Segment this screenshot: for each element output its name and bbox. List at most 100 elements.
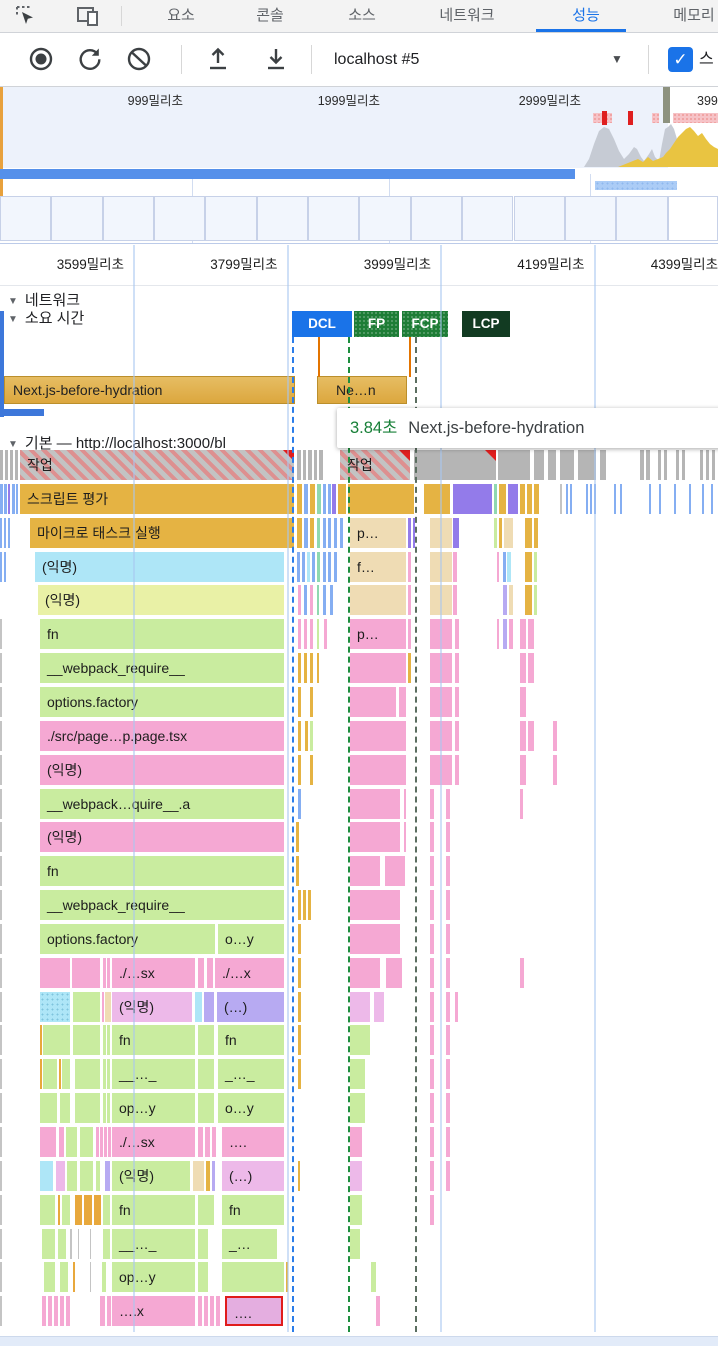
flame-event[interactable] [430,1161,434,1191]
flame-event-bar[interactable]: __…_ [112,1059,195,1089]
flame-event[interactable] [317,619,319,649]
flame-event[interactable] [408,619,411,649]
flame-event[interactable] [0,518,2,548]
flame-event[interactable] [453,552,457,582]
flame-event[interactable] [430,789,434,819]
flame-event[interactable] [446,1025,450,1055]
marker-lcp[interactable]: LCP [462,311,510,337]
flame-event[interactable] [198,1093,214,1123]
flame-event[interactable] [430,856,434,886]
clear-icon[interactable] [126,46,152,72]
flame-event[interactable] [711,484,713,514]
flame-event[interactable] [658,450,661,480]
flame-event[interactable] [404,822,406,852]
flame-event[interactable] [430,1093,434,1123]
marker-dcl[interactable]: DCL [292,311,352,337]
flame-event[interactable] [430,924,434,954]
flame-event[interactable] [0,619,2,649]
flame-event[interactable] [58,1229,66,1259]
flame-event[interactable] [338,484,346,514]
flame-event-bar[interactable]: 작업 [20,450,294,480]
flame-event[interactable] [305,721,308,751]
flame-event[interactable] [317,653,319,683]
download-profile-icon[interactable] [264,46,288,72]
flame-event[interactable] [528,653,534,683]
flame-event[interactable] [40,1059,42,1089]
flame-event[interactable] [107,1059,110,1089]
flame-event[interactable] [317,585,319,615]
flame-event[interactable] [198,1262,208,1292]
flame-event[interactable] [198,1195,214,1225]
flame-event[interactable] [96,1161,100,1191]
flame-event[interactable] [328,484,331,514]
flame-event[interactable] [0,1262,2,1292]
flame-event[interactable] [103,1229,110,1259]
flame-event-bar[interactable]: (익명) [112,1161,190,1191]
flame-event[interactable] [319,450,323,480]
flame-event[interactable] [298,1059,301,1089]
flame-event[interactable] [198,1127,203,1157]
flame-event[interactable] [0,856,2,886]
flame-event[interactable] [298,1025,301,1055]
flame-event[interactable] [350,1127,362,1157]
flame-event[interactable] [297,484,302,514]
flame-event[interactable] [312,552,315,582]
flame-event[interactable] [430,1195,434,1225]
flame-event[interactable] [67,1161,77,1191]
flame-event[interactable] [298,755,301,785]
flame-event[interactable] [303,890,306,920]
flame-event[interactable] [40,1025,42,1055]
flame-event[interactable] [324,619,327,649]
flame-event[interactable] [430,992,434,1022]
flame-event[interactable] [350,721,406,751]
flame-event[interactable] [5,450,8,480]
flame-event[interactable] [350,1229,360,1259]
flame-event[interactable] [298,1161,300,1191]
flame-event[interactable] [198,1229,208,1259]
flame-event[interactable] [0,958,2,988]
flame-event[interactable] [376,1296,380,1326]
flame-event[interactable] [350,822,400,852]
flame-event[interactable] [310,518,314,548]
flame-event-bar[interactable]: (익명) [40,822,284,852]
flame-event[interactable] [212,1161,215,1191]
flame-event[interactable] [323,585,326,615]
flame-event[interactable] [43,1059,57,1089]
flame-event[interactable] [298,992,301,1022]
flame-event[interactable] [54,1296,58,1326]
flame-event[interactable] [350,687,396,717]
flame-event[interactable] [48,1296,52,1326]
flame-event[interactable] [0,552,2,582]
flame-event[interactable] [328,518,331,548]
flame-event[interactable] [702,484,704,514]
flame-event-bar[interactable]: op…y [112,1262,195,1292]
frames-strip[interactable] [0,196,718,244]
flame-event[interactable] [614,484,616,514]
flame-event[interactable] [504,518,513,548]
chevron-down-icon[interactable]: ▼ [611,33,623,86]
flame-event[interactable] [297,518,302,548]
flame-event[interactable] [509,619,513,649]
flame-event[interactable] [80,1161,93,1191]
flame-event[interactable] [682,450,685,480]
timeline-overview[interactable]: 999밀리초1999밀리초2999밀리초3999밀리초 [0,87,718,168]
device-toolbar-icon[interactable] [76,5,100,27]
flame-event[interactable] [676,450,679,480]
flame-event[interactable] [84,1195,92,1225]
flame-event[interactable] [102,1262,106,1292]
flame-event[interactable] [0,450,3,480]
flame-event[interactable] [308,890,311,920]
flame-event-bar[interactable]: ./…sx [112,958,195,988]
flame-event[interactable] [385,856,405,886]
flame-event[interactable] [0,1093,2,1123]
flame-event[interactable] [497,552,499,582]
flame-event[interactable] [446,822,450,852]
flame-event[interactable] [430,958,434,988]
flame-event[interactable] [304,653,307,683]
flame-event[interactable] [332,484,336,514]
flame-event[interactable] [62,1059,70,1089]
tab-2[interactable]: 콘솔 [256,0,284,32]
flame-event[interactable] [0,1195,2,1225]
flame-event[interactable] [103,1025,106,1055]
flame-event-bar[interactable]: o…y [218,1093,284,1123]
